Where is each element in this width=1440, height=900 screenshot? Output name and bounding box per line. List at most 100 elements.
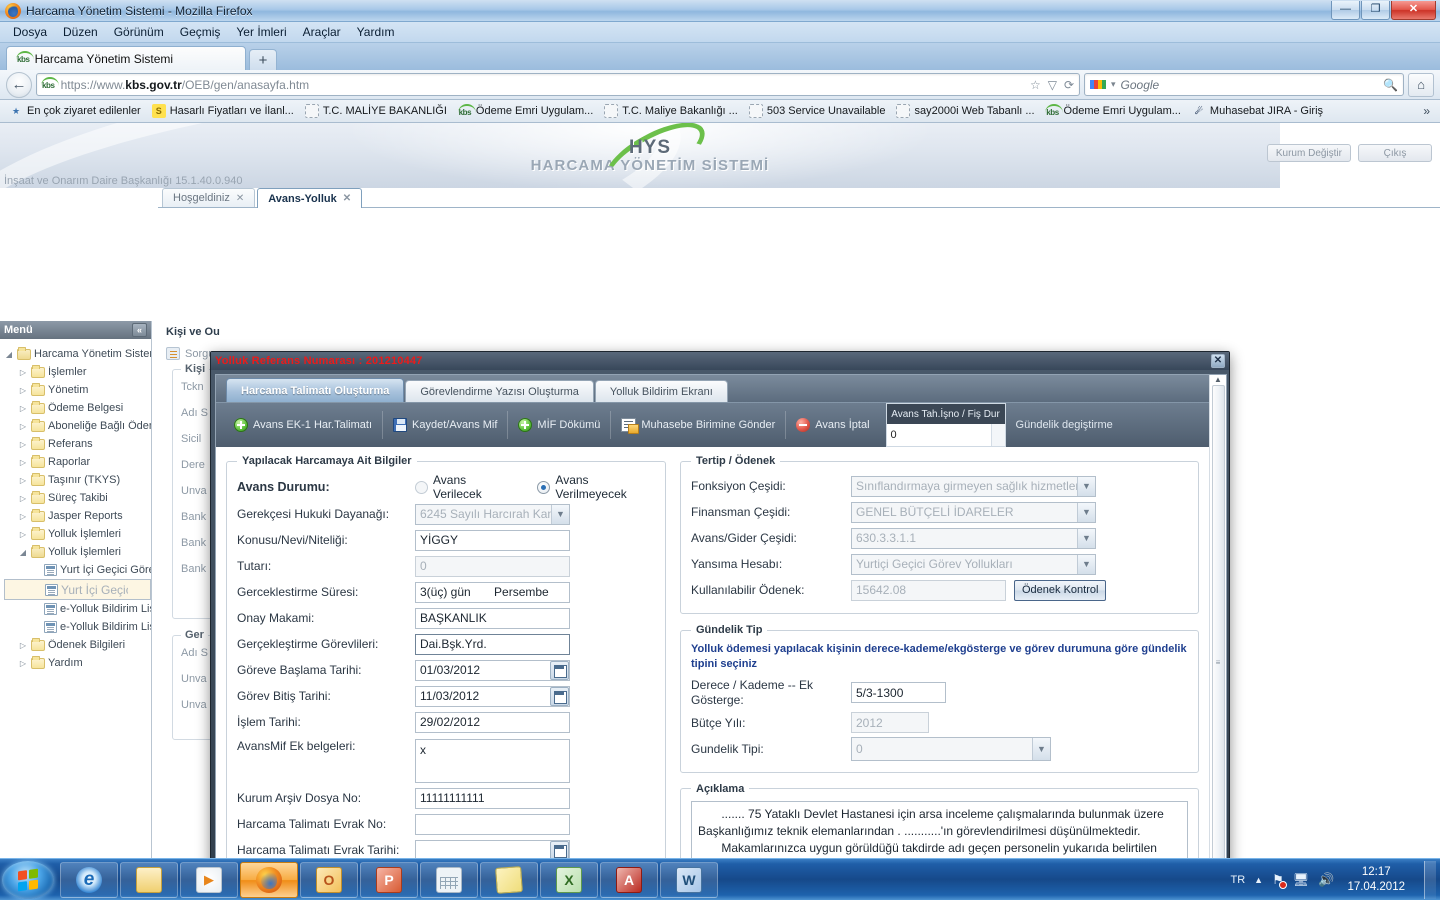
scrollbar-thumb[interactable]: ≡ <box>1211 385 1225 858</box>
expand-arrow-icon[interactable]: ▷ <box>18 368 28 377</box>
menu-yardim[interactable]: Yardım <box>350 23 402 41</box>
expand-arrow-icon[interactable]: ▷ <box>18 641 28 650</box>
expand-arrow-icon[interactable]: ◢ <box>18 548 28 557</box>
gorev-bitis-tarihi-input[interactable] <box>415 685 570 707</box>
kaydet-avans-mif-button[interactable]: Kaydet/Avans Mif <box>382 411 507 439</box>
search-icon[interactable]: 🔍 <box>1383 78 1398 92</box>
fonksiyon-cesidi-select[interactable]: Sınıflandırmaya girmeyen sağlık hizmetle… <box>851 475 1096 497</box>
taskbar-calculator[interactable] <box>420 861 478 898</box>
menu-yer-imleri[interactable]: Yer İmleri <box>229 23 293 41</box>
expand-arrow-icon[interactable]: ▷ <box>18 512 28 521</box>
taskbar-sticky-notes[interactable] <box>480 861 538 898</box>
chevron-down-icon[interactable]: ▼ <box>551 504 569 524</box>
gerekce-select-wrap[interactable]: 6245 Sayılı Harcırah Kanunu ▼ <box>415 503 570 525</box>
calendar-icon[interactable] <box>550 660 569 680</box>
search-input[interactable]: Google <box>1121 78 1379 92</box>
scrollbar-track[interactable]: ≡ <box>1211 384 1226 858</box>
taskbar-adobe-reader[interactable] <box>600 861 658 898</box>
sidebar-item-harcama-yonetim-sistemi[interactable]: ◢ Harcama Yönetim Sistemi <box>4 345 151 363</box>
mif-dokumu-button[interactable]: MİF Dökümü <box>507 411 610 439</box>
sidebar-item-yardim[interactable]: ▷ Yardım <box>4 654 151 672</box>
gundelik-tipi-select[interactable]: 0 <box>851 736 1051 761</box>
yansima-hesabi-select[interactable]: Yurtiçi Geçici Görev Yollukları <box>851 553 1096 575</box>
language-indicator[interactable]: TR <box>1230 874 1245 886</box>
fonksiyon-select-wrap[interactable]: Sınıflandırmaya girmeyen sağlık hizmetle… <box>851 475 1096 497</box>
chevron-down-icon[interactable]: ▽ <box>1048 78 1057 92</box>
avans-tahakkuk-isno-field[interactable]: Avans Tah.İşno / Fiş Dur 0 <box>885 403 1006 447</box>
bookmark-item[interactable]: T.C. Maliye Bakanlığı ... <box>599 103 743 119</box>
kurum-arsiv-dosya-no-input[interactable] <box>415 787 570 809</box>
tab-gorevlendirme-yazisi-olusturma[interactable]: Görevlendirme Yazısı Oluşturma <box>405 380 594 402</box>
sidebar-item-yolluk-islemleri-2[interactable]: ◢ Yolluk İşlemleri <box>4 543 151 561</box>
url-bar[interactable]: kbs https://www.kbs.gov.tr/OEB/gen/anasa… <box>36 73 1080 96</box>
close-icon[interactable]: ✕ <box>343 193 351 204</box>
gerceklestirme-gorevlileri-input[interactable] <box>415 633 570 655</box>
finansman-select-wrap[interactable]: GENEL BÜTÇELİ İDARELER ▼ <box>851 501 1096 523</box>
taskbar-internet-explorer[interactable] <box>60 861 118 898</box>
network-error-icon[interactable]: ⚑ <box>1272 872 1287 889</box>
taskbar-powerpoint[interactable] <box>360 861 418 898</box>
sidebar-item-yurt-ici-gecici-gorev-2[interactable]: Yurt İçi Geçici Görev Yolluğu <box>4 579 151 600</box>
close-icon[interactable]: ✕ <box>236 193 244 204</box>
logout-button[interactable]: Çıkış <box>1358 144 1432 162</box>
bookmark-item[interactable]: ★ En çok ziyaret edilenler <box>4 103 146 119</box>
gerceklestirme-suresi-input[interactable] <box>415 581 570 603</box>
fis-spinner[interactable] <box>990 424 1005 446</box>
taskbar-excel[interactable] <box>540 861 598 898</box>
chevron-down-icon[interactable]: ▼ <box>1077 554 1095 574</box>
volume-icon[interactable]: 🔊 <box>1318 872 1334 888</box>
change-org-button[interactable]: Kurum Değiştir <box>1266 144 1351 162</box>
sidebar-item-tasinir-tkys[interactable]: ▷ Taşınır (TKYS) <box>4 471 151 489</box>
finansman-cesidi-select[interactable]: GENEL BÜTÇELİ İDARELER <box>851 501 1096 523</box>
reload-icon[interactable]: ⟳ <box>1064 78 1074 92</box>
sidebar-item-e-yolluk-bildirim-1[interactable]: e-Yolluk Bildirim Listesi <box>4 600 151 618</box>
menu-gorunum[interactable]: Görünüm <box>107 23 171 41</box>
taskbar-firefox[interactable] <box>240 861 298 898</box>
aciklama-textarea[interactable]: ....... 75 Yataklı Devlet Hastanesi için… <box>691 800 1188 858</box>
calendar-icon[interactable] <box>550 840 569 858</box>
derece-kademe-input[interactable] <box>851 682 946 704</box>
radio-icon[interactable] <box>537 480 551 494</box>
sidebar-item-odenek-bilgileri[interactable]: ▷ Ödenek Bilgileri <box>4 636 151 654</box>
expand-arrow-icon[interactable]: ▷ <box>18 530 28 539</box>
radio-avans-verilecek[interactable]: Avans Verilecek <box>415 473 511 501</box>
taskbar-windows-explorer[interactable] <box>120 861 178 898</box>
gundelik-tipi-select-wrap[interactable]: 0 ▼ <box>851 736 1051 761</box>
chevron-down-icon[interactable]: ▼ <box>1077 476 1095 496</box>
sidebar-item-abonelige-bagli-odemeler[interactable]: ▷ Aboneliğe Bağlı Ödemeler <box>4 417 151 435</box>
clock[interactable]: 12:17 17.04.2012 <box>1343 865 1409 894</box>
search-engine-chevron[interactable]: ▾ <box>1111 79 1116 90</box>
tab-avans-yolluk[interactable]: Avans-Yolluk ✕ <box>257 188 363 208</box>
bookmark-item[interactable]: say2000i Web Tabanlı ... <box>891 103 1039 119</box>
sidebar-item-yolluk-islemleri-1[interactable]: ▷ Yolluk İşlemleri <box>4 525 151 543</box>
yansima-select-wrap[interactable]: Yurtiçi Geçici Görev Yollukları ▼ <box>851 553 1096 575</box>
maximize-button[interactable]: ❐ <box>1361 0 1390 20</box>
harcama-talimati-evrak-no-input[interactable] <box>415 813 570 835</box>
modal-close-icon[interactable]: ✕ <box>1211 354 1225 368</box>
bookmark-item[interactable]: kbs Ödeme Emri Uygulam... <box>453 103 598 119</box>
gerekce-select[interactable]: 6245 Sayılı Harcırah Kanunu <box>415 503 570 525</box>
sidebar-item-surec-takibi[interactable]: ▷ Süreç Takibi <box>4 489 151 507</box>
avans-gider-cesidi-select[interactable]: 630.3.3.1.1 <box>851 527 1096 549</box>
harcama-talimati-evrak-tarihi-input[interactable] <box>415 839 570 858</box>
expand-arrow-icon[interactable]: ▷ <box>18 659 28 668</box>
new-tab-button[interactable]: + <box>249 49 277 70</box>
radio-icon[interactable] <box>415 480 428 494</box>
chevron-down-icon[interactable]: ▼ <box>1032 737 1050 760</box>
bookmark-item[interactable]: ☄ Muhasebat JIRA - Giriş <box>1187 103 1328 119</box>
goreve-baslama-tarihi-input[interactable] <box>415 659 570 681</box>
sidebar-item-yurt-ici-gecici-gorev-1[interactable]: Yurt İçi Geçici Görev Yolluğu <box>4 561 151 579</box>
expand-arrow-icon[interactable]: ▷ <box>18 386 28 395</box>
gundelik-degistirme-link[interactable]: Gündelik degiştirme <box>1006 411 1123 439</box>
sidebar-item-odeme-belgesi[interactable]: ▷ Ödeme Belgesi <box>4 399 151 417</box>
avans-ek1-har-talimati-button[interactable]: Avans EK-1 Har.Talimatı <box>224 411 382 439</box>
calendar-icon[interactable] <box>550 686 569 706</box>
menu-dosya[interactable]: Dosya <box>6 23 54 41</box>
start-button[interactable] <box>2 860 54 899</box>
odenek-kontrol-button[interactable]: Ödenek Kontrol <box>1014 579 1107 601</box>
monitor-icon[interactable]: 🖥 <box>1293 872 1310 888</box>
expand-arrow-icon[interactable]: ◢ <box>4 350 14 359</box>
collapse-icon[interactable]: « <box>132 323 147 337</box>
sidebar-item-e-yolluk-bildirim-2[interactable]: e-Yolluk Bildirim Listesi <box>4 618 151 636</box>
expand-arrow-icon[interactable]: ▷ <box>18 422 28 431</box>
